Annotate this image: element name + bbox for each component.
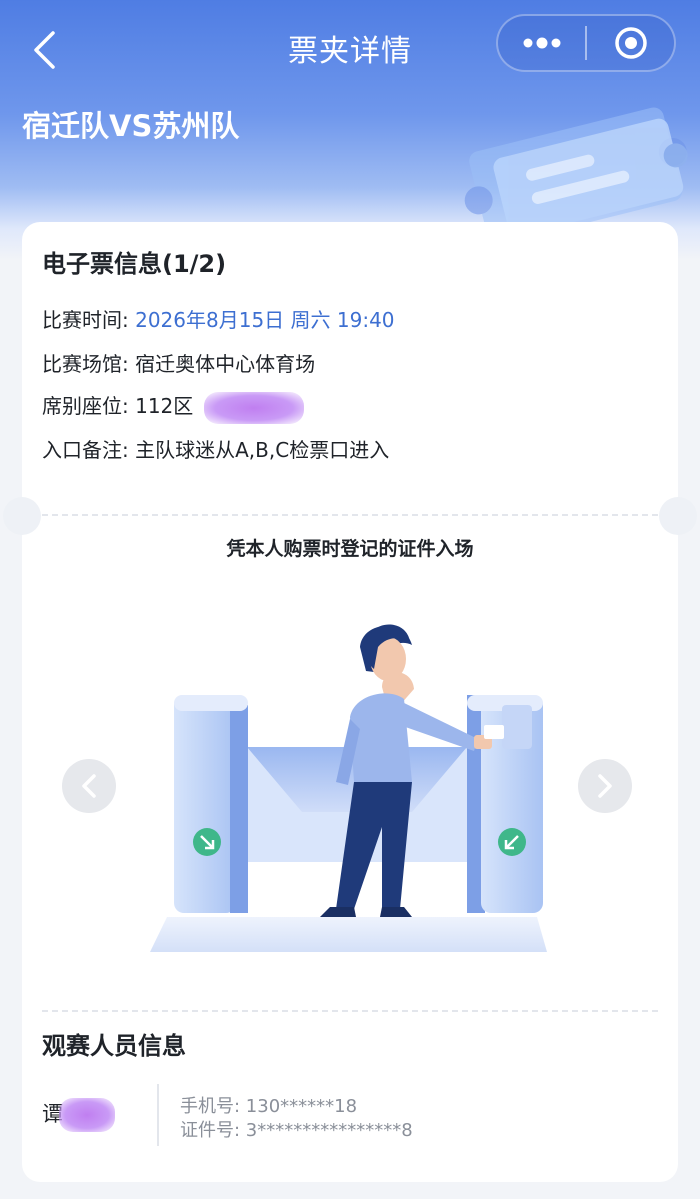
phone-row: 手机号: 130******18 xyxy=(180,1092,357,1118)
venue-row: 比赛场馆: 宿迁奥体中心体育场 xyxy=(42,348,315,377)
target-circle-icon xyxy=(614,27,647,59)
chevron-right-icon xyxy=(598,774,612,798)
seat-row: 席别座位: 112区 xyxy=(42,390,304,424)
match-time-value: 2026年8月15日 周六 19:40 xyxy=(135,308,395,332)
seat-redaction xyxy=(203,391,304,424)
ticket-card: 电子票信息(1/2) 比赛时间: 2026年8月15日 周六 19:40 比赛场… xyxy=(22,222,678,1182)
nav-bar: 票夹详情 xyxy=(0,0,700,92)
prev-button[interactable] xyxy=(62,759,116,813)
venue-label: 比赛场馆: xyxy=(42,352,136,376)
viewer-separator xyxy=(157,1084,159,1146)
viewer-info-title: 观赛人员信息 xyxy=(42,1032,186,1060)
id-label: 证件号: xyxy=(180,1120,246,1141)
match-time-label: 比赛时间: xyxy=(42,308,136,332)
entry-hint: 凭本人购票时登记的证件入场 xyxy=(226,538,474,560)
close-button[interactable] xyxy=(587,16,674,70)
divider xyxy=(42,1010,658,1012)
entrance-label: 入口备注: xyxy=(42,438,136,462)
chevron-left-icon xyxy=(82,774,96,798)
ticket-notch-left xyxy=(3,497,41,535)
seat-value: 112区 xyxy=(135,394,194,418)
next-button[interactable] xyxy=(578,759,632,813)
id-row: 证件号: 3****************8 xyxy=(180,1116,413,1142)
more-button[interactable] xyxy=(498,16,585,70)
name-redaction xyxy=(59,1098,115,1132)
venue-value: 宿迁奥体中心体育场 xyxy=(135,352,316,376)
match-time-row: 比赛时间: 2026年8月15日 周六 19:40 xyxy=(42,304,395,333)
more-dots-icon xyxy=(523,37,560,49)
seat-label: 席别座位: xyxy=(42,394,136,418)
mini-program-capsule xyxy=(496,14,676,72)
phone-value: 130******18 xyxy=(245,1096,358,1117)
entrance-value: 主队球迷从A,B,C检票口进入 xyxy=(135,438,390,462)
id-value: 3****************8 xyxy=(245,1120,413,1141)
ticket-notch-right xyxy=(659,497,697,535)
phone-label: 手机号: xyxy=(180,1096,246,1117)
ticket-decoration-icon xyxy=(464,107,688,230)
entrance-row: 入口备注: 主队球迷从A,B,C检票口进入 xyxy=(42,434,389,463)
divider xyxy=(42,514,658,516)
turnstile-illustration xyxy=(150,624,547,952)
ticket-info-title: 电子票信息(1/2) xyxy=(42,250,227,278)
event-title: 宿迁队VS苏州队 xyxy=(22,109,240,143)
viewer-name-row: 谭 xyxy=(42,1098,115,1132)
